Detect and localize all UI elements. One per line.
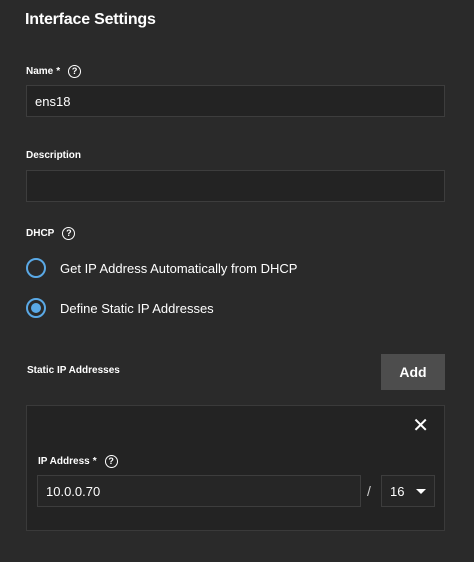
dhcp-label-row: DHCP ? — [26, 227, 76, 240]
radio-dhcp-auto[interactable]: Get IP Address Automatically from DHCP — [26, 258, 297, 278]
ip-address-label-row: IP Address * ? — [38, 455, 118, 468]
static-ip-label-row: Static IP Addresses — [27, 365, 120, 376]
required-mark: * — [92, 456, 97, 467]
ip-address-card: ✕ IP Address * ? 10.0.0.70 / 16 — [26, 405, 445, 531]
add-button[interactable]: Add — [381, 354, 445, 390]
description-input[interactable] — [26, 170, 445, 202]
description-label-row: Description — [26, 150, 81, 161]
netmask-select[interactable]: 16 — [381, 475, 435, 507]
radio-unchecked-icon[interactable] — [26, 258, 46, 278]
help-icon[interactable]: ? — [62, 227, 76, 240]
radio-label: Get IP Address Automatically from DHCP — [60, 260, 298, 276]
netmask-value: 16 — [390, 483, 405, 499]
close-icon[interactable]: ✕ — [412, 416, 429, 436]
static-ip-label: Static IP Addresses — [27, 365, 120, 376]
name-input[interactable]: ens18 — [26, 85, 445, 117]
name-label-row: Name * ? — [26, 65, 82, 78]
required-mark: * — [56, 66, 61, 77]
radio-checked-icon[interactable] — [26, 298, 46, 318]
radio-label: Define Static IP Addresses — [60, 300, 214, 316]
netmask-separator: / — [367, 483, 371, 499]
help-icon[interactable]: ? — [104, 455, 118, 468]
radio-static-ip[interactable]: Define Static IP Addresses — [26, 298, 214, 318]
ip-address-label: IP Address — [38, 456, 90, 467]
description-label: Description — [26, 150, 82, 161]
ip-address-input[interactable]: 10.0.0.70 — [37, 475, 361, 507]
chevron-down-icon — [416, 488, 426, 494]
dhcp-label: DHCP — [26, 228, 55, 239]
name-label: Name — [26, 66, 54, 77]
help-icon[interactable]: ? — [68, 65, 82, 78]
page-title: Interface Settings — [25, 11, 156, 28]
